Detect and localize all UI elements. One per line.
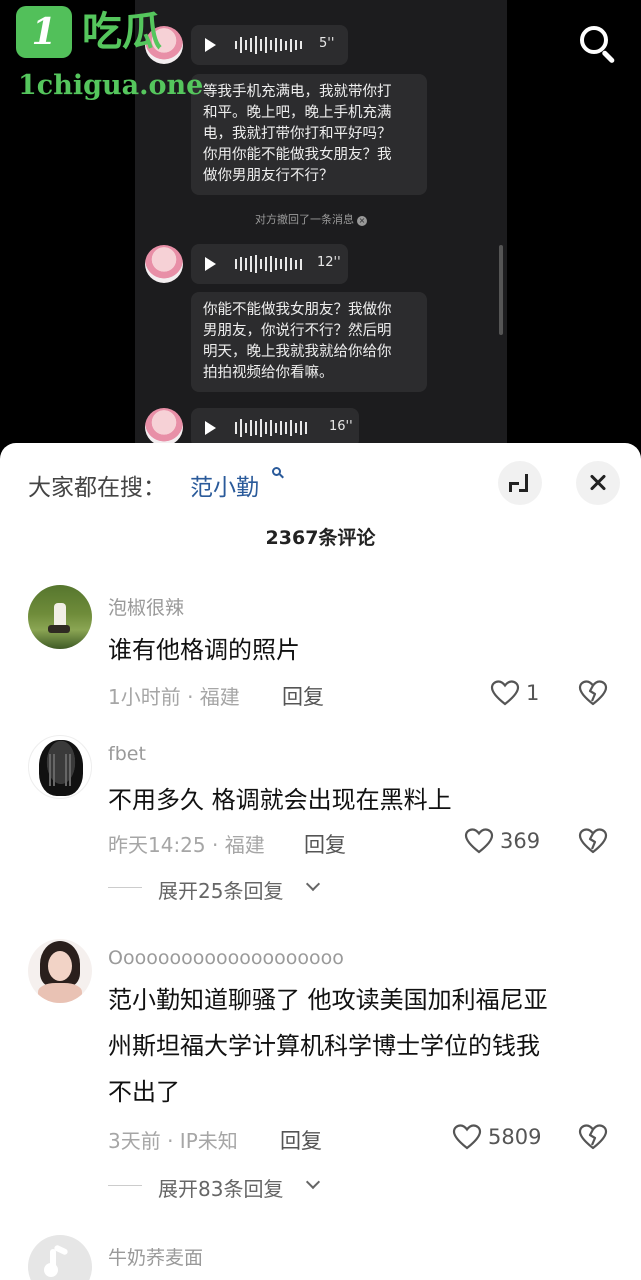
- dislike-heart-icon: [578, 680, 608, 706]
- like-count: 369: [500, 829, 541, 853]
- voice-duration: 16'': [329, 419, 353, 434]
- comment-line: 不出了: [108, 1078, 180, 1106]
- avatar[interactable]: [28, 939, 92, 1003]
- reply-button[interactable]: 回复: [282, 681, 324, 711]
- avatar[interactable]: [28, 735, 92, 799]
- reply-button[interactable]: 回复: [280, 1125, 322, 1155]
- heart-icon: [490, 680, 520, 706]
- bubble-line: 和平。晚上吧，晚上手机充满: [203, 105, 392, 121]
- chat-screenshot: 1 吃瓜 1chigua.one 5'' 等我手机充满电，我就带你打 和平。晚上…: [0, 0, 641, 450]
- like-count: 1: [526, 681, 540, 705]
- comment-text: 范小勤知道聊骚了 他攻读美国加利福尼亚 州斯坦福大学计算机科学博士学位的钱我 不…: [108, 977, 548, 1115]
- voice-message[interactable]: 5'': [191, 25, 348, 65]
- comment-meta: 昨天14:25 · 福建: [108, 833, 265, 857]
- bubble-line: 你用你能不能做我女朋友？我: [203, 147, 392, 163]
- expand-replies-label: 展开83条回复: [158, 1177, 284, 1201]
- watermark-url: 1chigua.one: [18, 70, 204, 101]
- comment-meta: 3天前 · IP未知: [108, 1129, 238, 1153]
- close-circle-icon: ×: [357, 216, 367, 226]
- dislike-heart-icon: [578, 828, 608, 854]
- search-icon[interactable]: [576, 22, 618, 64]
- avatar[interactable]: [28, 1235, 92, 1280]
- bubble-line: 电，我就打带你打和平好吗？: [203, 126, 392, 142]
- comment-username[interactable]: 泡椒很辣: [108, 593, 184, 620]
- dislike-heart-icon: [578, 1124, 608, 1150]
- recall-notice: 对方撤回了一条消息 ×: [255, 213, 367, 226]
- chevron-down-icon: [305, 1174, 321, 1190]
- bubble-line: 做你男朋友行不行？: [203, 168, 334, 184]
- waveform: [235, 34, 302, 56]
- comment-line: 谁有他格调的照片: [108, 636, 300, 664]
- voice-message[interactable]: 12'': [191, 244, 348, 284]
- play-icon[interactable]: [205, 257, 216, 271]
- comment-line: 不用多久 格调就会出现在黑料上: [108, 786, 452, 814]
- voice-duration: 5'': [319, 36, 335, 51]
- expand-replies-button[interactable]: 展开25条回复: [108, 875, 338, 905]
- comment-sheet: 大家都在搜： 范小勤 2367条评论 泡椒很辣 谁有他格调的照片 1小时前 · …: [0, 443, 641, 1280]
- transcript-bubble: 等我手机充满电，我就带你打 和平。晚上吧，晚上手机充满 电，我就打带你打和平好吗…: [191, 74, 427, 195]
- heart-icon: [452, 1124, 482, 1150]
- dislike-button[interactable]: [578, 679, 608, 709]
- waveform: [235, 417, 307, 439]
- dislike-button[interactable]: [578, 1123, 608, 1153]
- play-icon[interactable]: [205, 421, 216, 435]
- expand-replies-button[interactable]: 展开83条回复: [108, 1173, 338, 1203]
- expand-replies-label: 展开25条回复: [158, 879, 284, 903]
- expand-button[interactable]: [498, 461, 542, 505]
- like-count: 5809: [488, 1125, 542, 1149]
- chevron-down-icon: [305, 876, 321, 892]
- comment-count: 2367条评论: [265, 527, 376, 549]
- waveform: [235, 253, 302, 275]
- transcript-bubble: 你能不能做我女朋友？我做你 男朋友，你说行不行？然后明 明天，晚上我就我就给你给…: [191, 292, 427, 392]
- bubble-line: 拍拍视频给你看嘛。: [203, 365, 334, 381]
- heart-icon: [464, 828, 494, 854]
- close-button[interactable]: [576, 461, 620, 505]
- trending-label: 大家都在搜：: [28, 475, 166, 501]
- bubble-line: 等我手机充满电，我就带你打: [203, 84, 392, 100]
- bubble-line: 你能不能做我女朋友？我做你: [203, 302, 392, 318]
- bubble-line: 男朋友，你说行不行？然后明: [203, 323, 392, 339]
- like-button[interactable]: 369: [464, 827, 554, 857]
- watermark-name: 吃瓜: [82, 9, 162, 55]
- dislike-button[interactable]: [578, 827, 608, 857]
- bubble-line: 明天，晚上我就我就给你给你: [203, 344, 392, 360]
- comment-text: 谁有他格调的照片: [108, 627, 300, 673]
- search-icon[interactable]: [272, 467, 284, 479]
- comment-meta: 1小时前 · 福建: [108, 685, 240, 709]
- sender-avatar: [145, 245, 183, 283]
- comment-username[interactable]: Oooooooooooooooooooo: [108, 947, 344, 969]
- sender-avatar: [145, 408, 183, 446]
- comment-username[interactable]: 牛奶荞麦面: [108, 1243, 203, 1270]
- reply-button[interactable]: 回复: [304, 829, 346, 859]
- watermark-badge: 1: [16, 6, 72, 58]
- voice-message[interactable]: 16'': [191, 408, 359, 448]
- avatar[interactable]: [28, 585, 92, 649]
- trending-keyword-link[interactable]: 范小勤: [190, 468, 259, 502]
- chat-scrollbar[interactable]: [499, 245, 503, 335]
- comment-line: 范小勤知道聊骚了 他攻读美国加利福尼亚: [108, 986, 548, 1014]
- comment-username[interactable]: fbet: [108, 743, 146, 765]
- voice-duration: 12'': [317, 255, 341, 270]
- like-button[interactable]: 5809: [452, 1123, 552, 1153]
- like-button[interactable]: 1: [490, 679, 550, 709]
- comment-text: 不用多久 格调就会出现在黑料上: [108, 777, 452, 823]
- play-icon[interactable]: [205, 38, 216, 52]
- comment-line: 州斯坦福大学计算机科学博士学位的钱我: [108, 1032, 540, 1060]
